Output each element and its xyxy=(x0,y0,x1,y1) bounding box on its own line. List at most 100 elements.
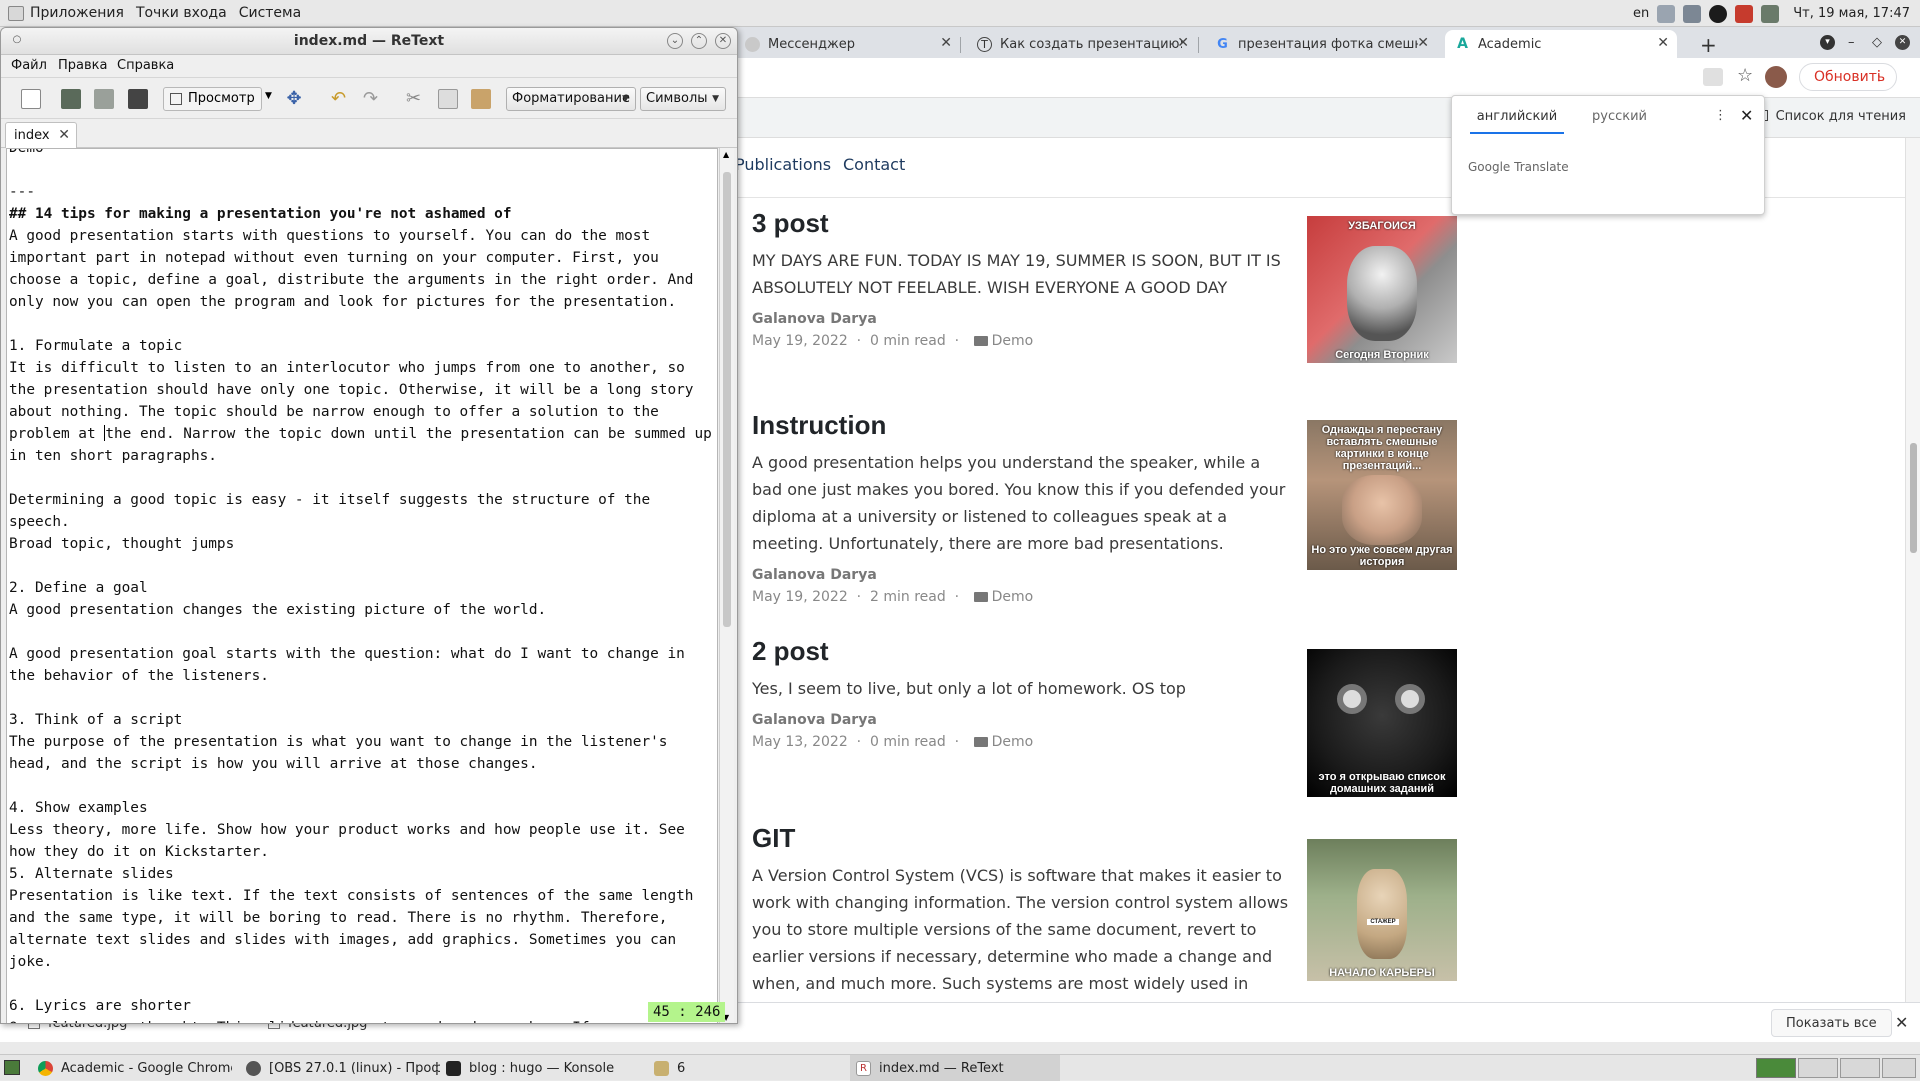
nav-contact[interactable]: Contact xyxy=(843,155,905,174)
translate-lang-russian[interactable]: русский xyxy=(1592,109,1647,124)
maximize-icon[interactable]: ⌃ xyxy=(691,33,707,49)
preview-toggle[interactable]: Просмотр xyxy=(163,87,262,111)
post-date: May 19, 2022 xyxy=(752,333,848,349)
workspace-2[interactable] xyxy=(1798,1058,1838,1078)
post-thumbnail[interactable]: это я открываю список домашних заданий xyxy=(1307,649,1457,797)
menu-edit[interactable]: Правка xyxy=(58,58,107,73)
update-button[interactable]: Обновить ⋮ xyxy=(1799,63,1897,91)
tray-app-icon[interactable] xyxy=(1735,4,1754,23)
scrollbar-thumb[interactable] xyxy=(723,172,731,627)
microphone-icon[interactable] xyxy=(1657,4,1676,23)
new-file-icon[interactable] xyxy=(21,89,41,109)
menu-places[interactable]: Точки входа xyxy=(136,5,227,21)
workspace-3[interactable] xyxy=(1840,1058,1880,1078)
post-title[interactable]: Instruction xyxy=(752,410,1292,441)
obs-tray-icon[interactable] xyxy=(1709,4,1728,23)
document-tab[interactable]: index ✕ xyxy=(5,122,77,148)
window-menu-icon[interactable]: ○ xyxy=(9,33,25,49)
browser-tab-presentation[interactable]: T Как создать презентацию: п ✕ xyxy=(967,30,1197,58)
post-thumbnail[interactable]: Однажды я перестану вставлять смешные ка… xyxy=(1307,420,1457,570)
workspace-4[interactable] xyxy=(1882,1058,1916,1078)
applications-icon[interactable] xyxy=(8,6,24,21)
close-downloads-icon[interactable]: ✕ xyxy=(1895,1013,1908,1032)
show-desktop-icon[interactable] xyxy=(4,1060,20,1075)
post-thumbnail[interactable]: СТАЖЕР НАЧАЛО КАРЬЕРЫ xyxy=(1307,839,1457,981)
maximize-icon[interactable]: ◇ xyxy=(1872,35,1882,50)
editor-scrollbar[interactable]: ▲ ▼ xyxy=(719,148,734,1023)
taskbar-item-konsole[interactable]: blog : hugo — Konsole xyxy=(440,1055,640,1081)
close-tab-icon[interactable]: ✕ xyxy=(58,127,70,143)
workspace-1[interactable] xyxy=(1756,1058,1796,1078)
close-tab-icon[interactable]: ✕ xyxy=(1177,35,1189,51)
post-summary: Yes, I seem to live, but only a lot of h… xyxy=(752,679,1186,698)
show-all-downloads-button[interactable]: Показать все xyxy=(1771,1009,1892,1037)
post-title[interactable]: GIT xyxy=(752,823,1292,854)
retext-titlebar[interactable]: index.md — ReText ○ ⌄ ⌃ ✕ xyxy=(1,28,737,55)
open-file-icon[interactable] xyxy=(61,89,81,109)
post-category[interactable]: Demo xyxy=(992,734,1034,750)
menu-file[interactable]: Файл xyxy=(11,58,47,73)
retext-menubar: Файл Правка Справка xyxy=(1,55,737,77)
close-tab-icon[interactable]: ✕ xyxy=(1657,35,1669,51)
post-thumbnail[interactable]: УЗБАГОИСЯ Сегодня Вторник xyxy=(1307,216,1457,363)
minimize-icon[interactable]: ⌄ xyxy=(667,33,683,49)
profile-avatar[interactable] xyxy=(1765,66,1787,88)
translate-close-icon[interactable]: ✕ xyxy=(1740,106,1753,125)
print-icon[interactable] xyxy=(128,89,148,109)
workspace-switcher xyxy=(1720,1055,1920,1081)
scroll-up-icon[interactable]: ▲ xyxy=(723,150,729,159)
reading-list-button[interactable]: Список для чтения xyxy=(1755,109,1906,124)
nav-publications[interactable]: Publications xyxy=(735,155,831,174)
menu-applications[interactable]: Приложения xyxy=(30,5,124,21)
tab-search-icon[interactable]: ▾ xyxy=(1820,35,1835,50)
close-window-icon[interactable]: ✕ xyxy=(1895,35,1910,50)
paste-icon[interactable] xyxy=(471,89,491,109)
tab-title: презентация фотка смешная xyxy=(1238,36,1418,52)
browser-tab-academic[interactable]: A Academic ✕ xyxy=(1445,30,1677,58)
keyboard-layout[interactable]: en xyxy=(1633,6,1649,21)
tray-monitor-icon[interactable] xyxy=(1761,4,1780,23)
taskbar-item-retext[interactable]: R index.md — ReText xyxy=(850,1055,1060,1081)
taskbar-item-chrome[interactable]: Academic - Google Chrome xyxy=(32,1055,232,1081)
page-scrollbar[interactable] xyxy=(1905,138,1920,1042)
post-category[interactable]: Demo xyxy=(992,333,1034,349)
retext-icon: R xyxy=(856,1060,871,1076)
symbols-combo[interactable]: Символы ▼ xyxy=(640,87,726,111)
new-tab-icon[interactable]: + xyxy=(1700,33,1717,57)
translate-more-icon[interactable]: ⋮ xyxy=(1714,108,1727,123)
bookmark-star-icon[interactable]: ☆ xyxy=(1737,65,1753,86)
undo-icon[interactable]: ↶ xyxy=(331,89,351,109)
translate-lang-english[interactable]: английский xyxy=(1470,109,1564,134)
man-photo-image xyxy=(1342,475,1422,545)
taskbar-item-files[interactable]: 6 xyxy=(648,1055,848,1081)
cut-icon[interactable]: ✂ xyxy=(406,89,426,109)
taskbar-label: index.md — ReText xyxy=(879,1060,1004,1076)
redo-icon[interactable]: ↷ xyxy=(363,89,383,109)
post-author[interactable]: Galanova Darya xyxy=(752,311,1282,327)
close-tab-icon[interactable]: ✕ xyxy=(940,35,952,51)
fullscreen-icon[interactable]: ✥ xyxy=(284,89,304,109)
browser-tab-messenger[interactable]: Мессенджер ✕ xyxy=(735,30,960,58)
translate-icon[interactable] xyxy=(1703,68,1723,86)
taskbar-item-obs[interactable]: [OBS 27.0.1 (linux) - Проф... xyxy=(240,1055,440,1081)
browser-tab-google-search[interactable]: G презентация фотка смешная ✕ xyxy=(1205,30,1437,58)
post-category[interactable]: Demo xyxy=(992,589,1034,605)
formatting-combo[interactable]: Форматирование ▼ xyxy=(506,87,636,111)
close-tab-icon[interactable]: ✕ xyxy=(1417,35,1429,51)
copy-icon[interactable] xyxy=(438,89,458,109)
preview-dropdown-icon[interactable]: ▼ xyxy=(265,91,272,101)
menu-help[interactable]: Справка xyxy=(117,58,174,73)
post-title[interactable]: 2 post xyxy=(752,636,1292,667)
editor-text-area[interactable]: Demo --- ## 14 tips for making a present… xyxy=(6,148,718,1023)
network-icon[interactable] xyxy=(1683,4,1702,23)
minimize-icon[interactable]: – xyxy=(1848,35,1855,50)
post-author[interactable]: Galanova Darya xyxy=(752,712,1292,728)
save-icon[interactable] xyxy=(94,89,114,109)
post-author[interactable]: Galanova Darya xyxy=(752,567,1292,583)
scrollbar-thumb[interactable] xyxy=(1910,443,1917,553)
clock[interactable]: Чт, 19 мая, 17:47 xyxy=(1793,6,1910,21)
menu-system[interactable]: Система xyxy=(239,5,301,21)
post-title[interactable]: 3 post xyxy=(752,208,1282,239)
close-window-icon[interactable]: ✕ xyxy=(715,33,731,49)
retext-toolbar: Просмотр ▼ ✥ ↶ ↷ ✂ Форматирование ▼ Симво… xyxy=(1,77,737,119)
